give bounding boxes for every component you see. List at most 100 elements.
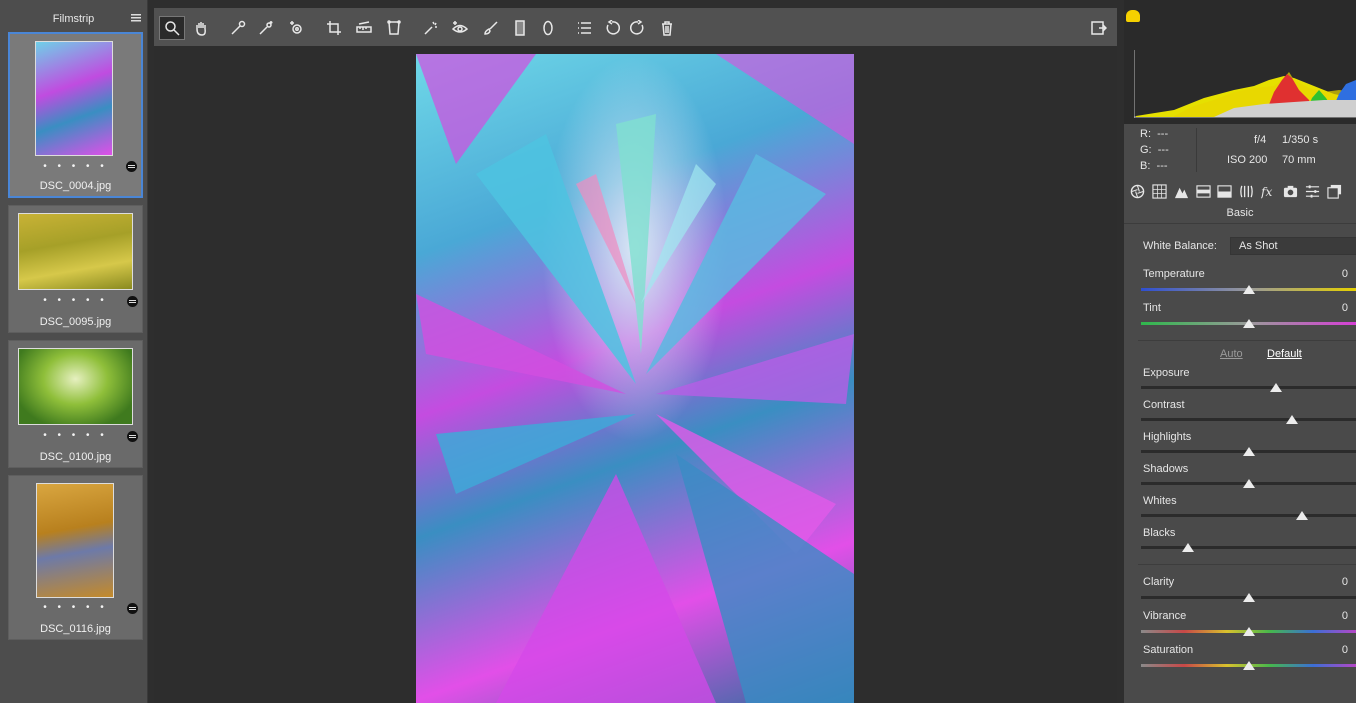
tint-value[interactable]: 0 bbox=[1342, 302, 1348, 314]
spot-removal-icon[interactable] bbox=[421, 18, 441, 38]
straighten-icon[interactable] bbox=[354, 18, 374, 38]
filmstrip-header: Filmstrip bbox=[0, 0, 147, 28]
rating-dots[interactable]: • • • • • bbox=[10, 161, 141, 172]
camera-calibration-tab-icon[interactable] bbox=[1282, 183, 1298, 199]
thumbnail-image bbox=[18, 213, 133, 290]
white-balance-label: White Balance: bbox=[1143, 240, 1217, 252]
color-sampler-icon[interactable] bbox=[256, 18, 276, 38]
contrast-label: Contrast bbox=[1143, 399, 1185, 411]
blacks-slider-thumb[interactable] bbox=[1182, 543, 1195, 552]
r-label: R: bbox=[1140, 128, 1151, 140]
saturation-slider-thumb[interactable] bbox=[1242, 661, 1255, 670]
effects-tab-icon[interactable]: fx bbox=[1260, 183, 1276, 199]
whites-slider[interactable] bbox=[1141, 514, 1356, 517]
rotate-right-icon[interactable] bbox=[628, 18, 648, 38]
detail-tab-icon[interactable] bbox=[1173, 183, 1189, 199]
hsl-tab-icon[interactable] bbox=[1195, 183, 1211, 199]
info-divider bbox=[1196, 128, 1197, 172]
exposure-slider-thumb[interactable] bbox=[1270, 383, 1283, 392]
clarity-value[interactable]: 0 bbox=[1342, 576, 1348, 588]
thumbnail-image bbox=[18, 348, 133, 425]
temperature-slider-thumb[interactable] bbox=[1242, 285, 1255, 294]
auto-button[interactable]: Auto bbox=[1220, 348, 1243, 360]
transform-icon[interactable] bbox=[384, 18, 404, 38]
top-strip bbox=[148, 0, 1124, 8]
filmstrip-panel: Filmstrip • • • • • DSC_0004.jpg • • • •… bbox=[0, 0, 148, 703]
panel-title: Basic bbox=[1226, 207, 1254, 219]
zoom-icon[interactable] bbox=[159, 16, 185, 40]
toolbar bbox=[154, 8, 1117, 46]
r-readout: R: --- bbox=[1140, 128, 1168, 140]
fullscreen-icon[interactable] bbox=[1089, 18, 1109, 38]
preferences-icon[interactable] bbox=[574, 18, 594, 38]
histogram bbox=[1124, 0, 1356, 124]
filmstrip-menu-icon[interactable] bbox=[131, 14, 141, 22]
exposure-slider[interactable] bbox=[1141, 386, 1356, 389]
rotate-left-icon[interactable] bbox=[602, 18, 622, 38]
filmstrip-title: Filmstrip bbox=[52, 13, 95, 25]
thumbnail-image bbox=[36, 483, 114, 598]
tint-slider-thumb[interactable] bbox=[1242, 319, 1255, 328]
adjusted-badge-icon bbox=[127, 603, 138, 614]
target-adjustment-icon[interactable] bbox=[286, 18, 306, 38]
highlights-slider-thumb[interactable] bbox=[1242, 447, 1255, 456]
whites-label: Whites bbox=[1143, 495, 1177, 507]
adjustment-brush-icon[interactable] bbox=[481, 18, 501, 38]
filmstrip-item[interactable]: • • • • • DSC_0100.jpg bbox=[8, 340, 143, 468]
lens-corrections-tab-icon[interactable] bbox=[1238, 183, 1254, 199]
vibrance-slider-thumb[interactable] bbox=[1242, 627, 1255, 636]
saturation-value[interactable]: 0 bbox=[1342, 644, 1348, 656]
section-divider bbox=[1138, 564, 1356, 565]
blacks-slider[interactable] bbox=[1141, 546, 1356, 549]
iso: ISO 200 bbox=[1227, 154, 1268, 166]
contrast-slider[interactable] bbox=[1141, 418, 1356, 421]
photo-leaves bbox=[416, 54, 854, 703]
hand-icon[interactable] bbox=[191, 18, 211, 38]
rating-dots[interactable]: • • • • • bbox=[9, 430, 142, 441]
filmstrip-item[interactable]: • • • • • DSC_0116.jpg bbox=[8, 475, 143, 640]
svg-text:fx: fx bbox=[1261, 185, 1273, 199]
temperature-label: Temperature bbox=[1143, 268, 1205, 280]
adjustments-panel: R: --- G: --- B: --- f/4 1/350 s ISO 200… bbox=[1124, 0, 1356, 703]
filmstrip-item[interactable]: • • • • • DSC_0095.jpg bbox=[8, 205, 143, 333]
white-balance-select[interactable]: As Shot bbox=[1230, 237, 1356, 255]
presets-tab-icon[interactable] bbox=[1304, 183, 1320, 199]
filmstrip-item[interactable]: • • • • • DSC_0004.jpg bbox=[8, 32, 143, 198]
highlights-label: Highlights bbox=[1143, 431, 1192, 443]
g-label: G: bbox=[1140, 144, 1152, 156]
trash-icon[interactable] bbox=[657, 18, 677, 38]
saturation-label: Saturation bbox=[1143, 644, 1194, 656]
clarity-slider-thumb[interactable] bbox=[1242, 593, 1255, 602]
adjusted-badge-icon bbox=[127, 296, 138, 307]
whites-slider-thumb[interactable] bbox=[1296, 511, 1309, 520]
thumbnail-filename: DSC_0004.jpg bbox=[39, 180, 112, 192]
image-canvas[interactable] bbox=[154, 46, 1117, 703]
temperature-value[interactable]: 0 bbox=[1342, 268, 1348, 280]
b-label: B: bbox=[1140, 160, 1151, 172]
rating-dots[interactable]: • • • • • bbox=[9, 602, 142, 613]
shadow-clipping-warning-icon[interactable] bbox=[1126, 10, 1140, 22]
graduated-filter-icon[interactable] bbox=[510, 18, 530, 38]
blacks-label: Blacks bbox=[1143, 527, 1176, 539]
crop-icon[interactable] bbox=[324, 18, 344, 38]
panel-title-divider bbox=[1124, 223, 1356, 224]
tone-curve-tab-icon[interactable] bbox=[1151, 183, 1167, 199]
thumbnail-filename: DSC_0116.jpg bbox=[40, 623, 111, 635]
shadows-label: Shadows bbox=[1143, 463, 1189, 475]
default-button[interactable]: Default bbox=[1267, 348, 1302, 360]
white-balance-icon[interactable] bbox=[228, 18, 248, 38]
photo-preview[interactable] bbox=[416, 54, 854, 703]
g-value: --- bbox=[1157, 144, 1169, 156]
exposure-label: Exposure bbox=[1143, 367, 1190, 379]
snapshots-tab-icon[interactable] bbox=[1326, 183, 1342, 199]
split-toning-tab-icon[interactable] bbox=[1216, 183, 1232, 199]
contrast-slider-thumb[interactable] bbox=[1285, 415, 1298, 424]
radial-filter-icon[interactable] bbox=[538, 18, 558, 38]
camera-raw-window: Filmstrip • • • • • DSC_0004.jpg • • • •… bbox=[0, 0, 1356, 703]
basic-tab-icon[interactable] bbox=[1129, 183, 1145, 199]
rating-dots[interactable]: • • • • • bbox=[9, 295, 142, 306]
shadows-slider-thumb[interactable] bbox=[1242, 479, 1255, 488]
red-eye-icon[interactable] bbox=[450, 18, 470, 38]
adjusted-badge-icon bbox=[126, 161, 137, 172]
vibrance-value[interactable]: 0 bbox=[1342, 610, 1348, 622]
